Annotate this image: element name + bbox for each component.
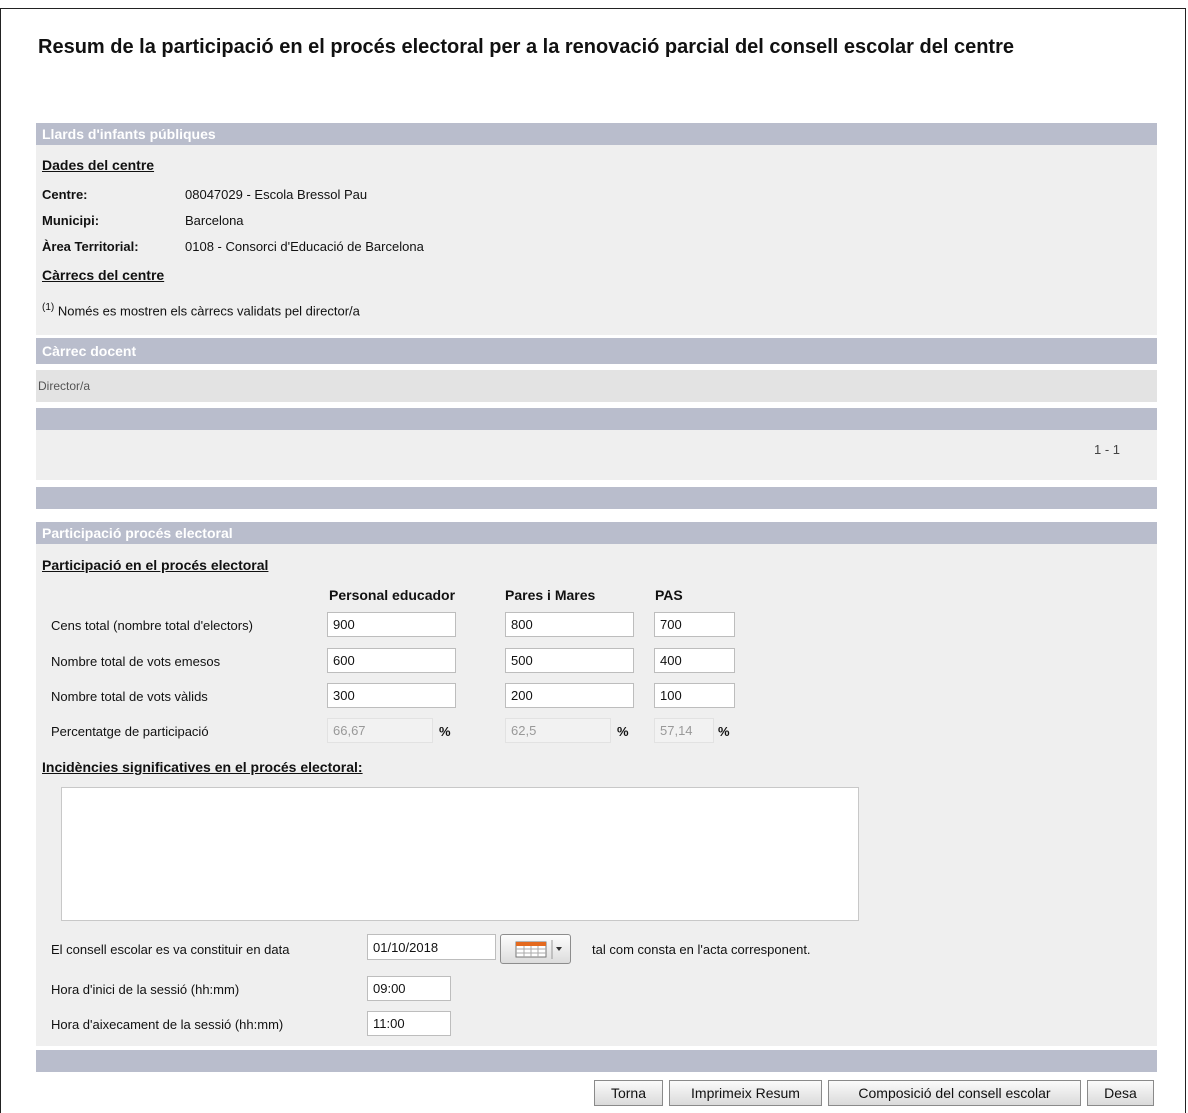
desa-button[interactable]: Desa	[1087, 1080, 1154, 1106]
pct-unit-1: %	[439, 724, 451, 739]
municipi-value: Barcelona	[185, 213, 244, 228]
carrec-row	[36, 370, 1157, 402]
col-pares-mares: Pares i Mares	[505, 587, 596, 603]
carrec-row-director: Director/a	[38, 379, 91, 393]
torna-button[interactable]: Torna	[594, 1080, 663, 1106]
pagination-panel	[36, 430, 1157, 480]
participacio-subtitle: Participació en el procés electoral	[42, 557, 269, 573]
section-header-llars: Llards d'infants públiques	[36, 123, 1157, 145]
municipi-label: Municipi:	[42, 213, 100, 228]
hora-inici-label: Hora d'inici de la sessió (hh:mm)	[51, 982, 240, 997]
pct-unit-3: %	[718, 724, 730, 739]
pct-personal-educador-field	[327, 718, 433, 743]
pagination-label: 1 - 1	[1094, 442, 1121, 457]
carrecs-centre-title: Càrrecs del centre	[42, 267, 165, 283]
carrecs-note: (1) Només es mostren els càrrecs validat…	[42, 302, 360, 318]
separator-bar	[36, 487, 1157, 509]
imprimeix-resum-button[interactable]: Imprimeix Resum	[669, 1080, 822, 1106]
page-title: Resum de la participació en el procés el…	[38, 36, 1014, 58]
note-text: Només es mostren els càrrecs validats pe…	[57, 303, 360, 319]
cens-total-label: Cens total (nombre total d'electors)	[51, 618, 253, 633]
area-territorial-label: Àrea Territorial:	[42, 239, 139, 254]
percentatge-label: Percentatge de participació	[51, 724, 209, 739]
table-footer-bar	[36, 408, 1157, 430]
col-pas: PAS	[655, 587, 683, 603]
emesos-pas-input[interactable]	[654, 648, 735, 673]
composicio-consell-button[interactable]: Composició del consell escolar	[828, 1080, 1081, 1106]
centre-label: Centre:	[42, 187, 88, 202]
incidencies-textarea[interactable]	[61, 787, 859, 921]
incidencies-title: Incidències significatives en el procés …	[42, 759, 363, 775]
constitucio-label: El consell escolar es va constituir en d…	[51, 942, 290, 957]
area-territorial-value: 0108 - Consorci d'Educació de Barcelona	[185, 239, 424, 254]
cens-pas-input[interactable]	[654, 612, 735, 637]
section-header-participacio: Participació procés electoral	[36, 522, 1157, 544]
valids-personal-educador-input[interactable]	[327, 683, 456, 708]
dades-centre-title: Dades del centre	[42, 157, 155, 173]
bottom-bar	[36, 1050, 1157, 1072]
pct-pares-mares-field	[505, 718, 611, 743]
hora-fi-input[interactable]	[367, 1011, 451, 1036]
valids-pas-input[interactable]	[654, 683, 735, 708]
emesos-pares-mares-input[interactable]	[505, 648, 634, 673]
cens-personal-educador-input[interactable]	[327, 612, 456, 637]
calendar-button[interactable]	[500, 934, 571, 964]
col-personal-educador: Personal educador	[329, 587, 456, 603]
hora-inici-input[interactable]	[367, 976, 451, 1001]
constitucio-suffix: tal com consta en l'acta corresponent.	[592, 942, 811, 957]
hora-fi-label: Hora d'aixecament de la sessió (hh:mm)	[51, 1017, 284, 1032]
cens-pares-mares-input[interactable]	[505, 612, 634, 637]
vots-valids-label: Nombre total de vots vàlids	[51, 689, 208, 704]
calendar-icon	[515, 940, 562, 959]
section-header-carrec-docent: Càrrec docent	[36, 338, 1157, 364]
centre-value: 08047029 - Escola Bressol Pau	[185, 187, 368, 202]
emesos-personal-educador-input[interactable]	[327, 648, 456, 673]
valids-pares-mares-input[interactable]	[505, 683, 634, 708]
pct-unit-2: %	[617, 724, 629, 739]
pct-pas-field	[654, 718, 714, 743]
constitucio-date-input[interactable]	[367, 934, 496, 960]
note-mark: (1)	[42, 302, 55, 313]
vots-emesos-label: Nombre total de vots emesos	[51, 654, 221, 669]
